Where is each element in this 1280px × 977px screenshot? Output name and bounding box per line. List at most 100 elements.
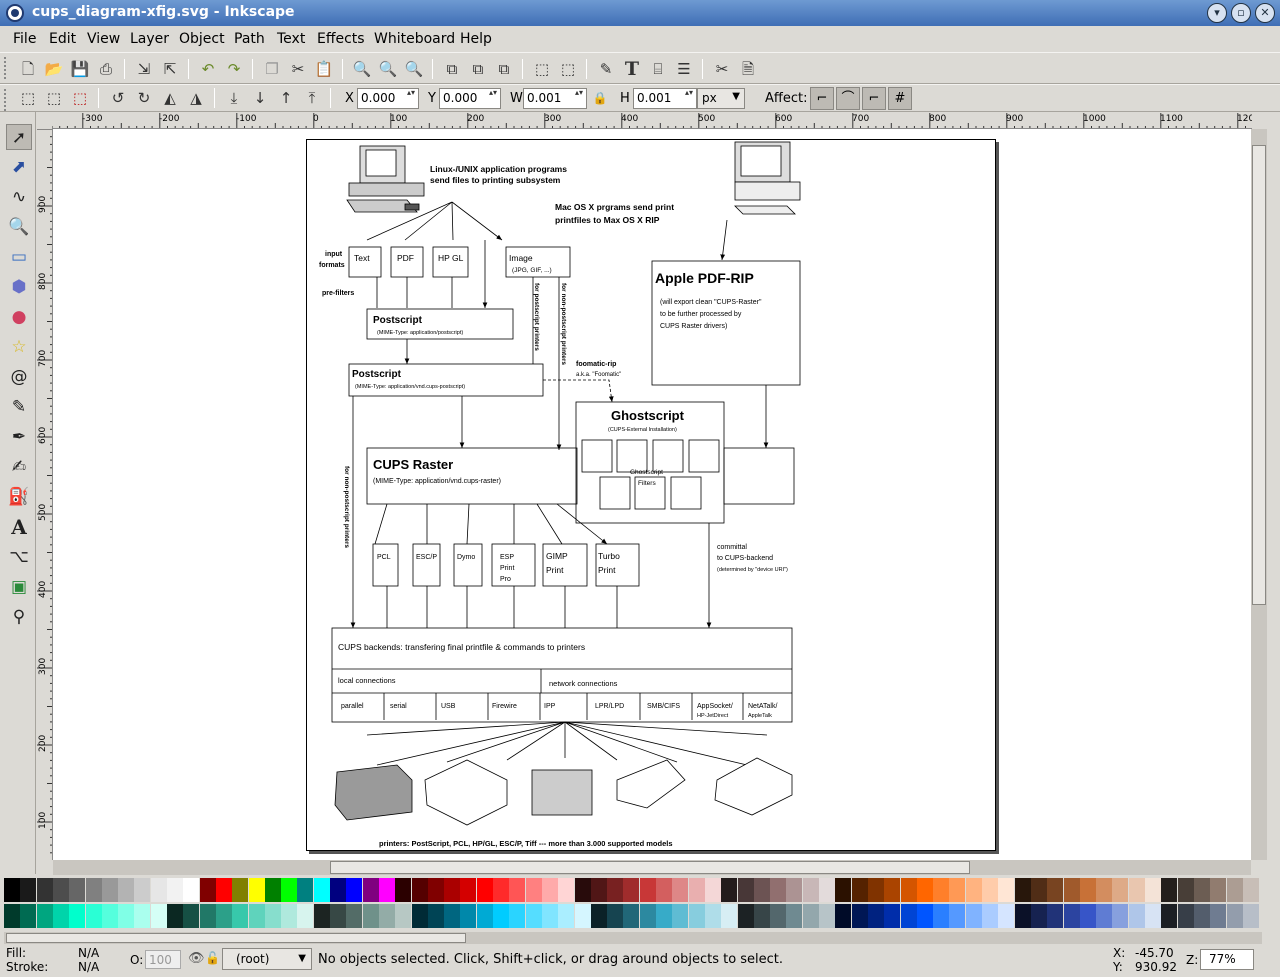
color-swatch[interactable] <box>590 904 607 928</box>
menu-whiteboard[interactable]: Whiteboard <box>374 31 455 47</box>
color-swatch[interactable] <box>215 878 232 902</box>
color-swatch[interactable] <box>884 904 901 928</box>
color-swatch[interactable] <box>167 878 183 902</box>
y-input[interactable]: 0.000 <box>439 88 501 109</box>
color-swatch[interactable] <box>574 904 591 928</box>
menu-text[interactable]: Text <box>277 31 305 47</box>
flip-vertical-icon[interactable]: ◮ <box>186 88 206 108</box>
color-swatch[interactable] <box>444 904 461 928</box>
color-swatch[interactable] <box>199 904 216 928</box>
export-icon[interactable]: ⇱ <box>160 59 180 79</box>
duplicate-icon[interactable]: ❐ <box>262 59 282 79</box>
color-swatch[interactable] <box>476 904 493 928</box>
pen-icon[interactable]: ✒ <box>6 424 32 450</box>
canvas[interactable]: Linux-/UNIX application programs send fi… <box>53 129 1251 860</box>
color-swatch[interactable] <box>52 878 69 902</box>
color-swatch[interactable] <box>1014 904 1031 928</box>
color-swatch[interactable] <box>1145 878 1161 902</box>
color-swatch[interactable] <box>1079 878 1096 902</box>
paste-icon[interactable]: 📋 <box>314 59 334 79</box>
minimize-icon[interactable]: ▾ <box>1207 3 1227 23</box>
color-swatch[interactable] <box>933 904 950 928</box>
color-swatch[interactable] <box>867 878 884 902</box>
select-all-icon[interactable]: ⬚ <box>18 88 38 108</box>
color-swatch[interactable] <box>753 904 770 928</box>
color-swatch[interactable] <box>786 904 803 928</box>
color-swatch[interactable] <box>183 904 200 928</box>
node-icon[interactable]: ⬈ <box>6 154 32 180</box>
fill-stroke-icon[interactable]: ✎ <box>596 59 616 79</box>
color-swatch[interactable] <box>1063 878 1080 902</box>
color-swatch[interactable] <box>1063 904 1080 928</box>
color-swatch[interactable] <box>362 878 379 902</box>
affect-corners-toggle[interactable]: ⌒ <box>836 87 860 110</box>
color-swatch[interactable] <box>4 904 20 928</box>
layer-lock-icon[interactable]: 🔓 <box>205 951 220 965</box>
color-swatch[interactable] <box>1177 904 1194 928</box>
color-swatch[interactable] <box>183 878 200 902</box>
color-swatch[interactable] <box>85 904 102 928</box>
color-swatch[interactable] <box>101 878 118 902</box>
color-swatch[interactable] <box>900 904 917 928</box>
color-swatch[interactable] <box>737 904 754 928</box>
color-swatch[interactable] <box>851 878 868 902</box>
color-swatch[interactable] <box>574 878 591 902</box>
save-icon[interactable]: 💾 <box>70 59 90 79</box>
preferences-icon[interactable]: ✂ <box>712 59 732 79</box>
stroke-value[interactable]: N/A <box>78 960 99 974</box>
color-swatch[interactable] <box>281 878 298 902</box>
color-swatch[interactable] <box>1226 904 1243 928</box>
color-swatch[interactable] <box>150 878 167 902</box>
color-swatch[interactable] <box>525 878 542 902</box>
color-swatch[interactable] <box>802 904 819 928</box>
color-swatch[interactable] <box>770 878 787 902</box>
vertical-scroll-thumb[interactable] <box>1252 145 1266 605</box>
pencil-icon[interactable]: ✎ <box>6 394 32 420</box>
color-swatch[interactable] <box>704 904 721 928</box>
color-swatch[interactable] <box>1193 904 1210 928</box>
fill-value[interactable]: N/A <box>78 946 99 960</box>
color-swatch[interactable] <box>330 904 346 928</box>
color-swatch[interactable] <box>786 878 803 902</box>
raise-icon[interactable]: ↑ <box>276 88 296 108</box>
color-swatch[interactable] <box>590 878 607 902</box>
color-swatch[interactable] <box>607 904 624 928</box>
color-swatch[interactable] <box>623 904 640 928</box>
maximize-icon[interactable]: ▫ <box>1231 3 1251 23</box>
palette-scroll-thumb[interactable] <box>6 933 466 943</box>
color-swatch[interactable] <box>639 878 656 902</box>
connector-icon[interactable]: ⌥ <box>6 544 32 570</box>
color-swatch[interactable] <box>721 878 738 902</box>
select-all-layers-icon[interactable]: ⬚ <box>44 88 64 108</box>
color-swatch[interactable] <box>1161 904 1178 928</box>
color-swatch[interactable] <box>688 878 705 902</box>
color-swatch[interactable] <box>509 878 526 902</box>
lock-icon[interactable]: 🔒 <box>590 88 610 108</box>
color-swatch[interactable] <box>1030 878 1047 902</box>
dropper-icon[interactable]: ⚲ <box>6 604 32 630</box>
width-input[interactable]: 0.001 <box>523 88 587 109</box>
menu-help[interactable]: Help <box>460 31 492 47</box>
calligraphy-icon[interactable]: ✍ <box>6 454 32 480</box>
xml-editor-icon[interactable]: ⌸ <box>648 59 668 79</box>
color-swatch[interactable] <box>36 878 53 902</box>
color-swatch[interactable] <box>525 904 542 928</box>
x-input[interactable]: 0.000 <box>357 88 419 109</box>
color-swatch[interactable] <box>509 904 526 928</box>
color-swatch[interactable] <box>493 904 509 928</box>
color-swatch[interactable] <box>704 878 721 902</box>
color-swatch[interactable] <box>672 878 689 902</box>
rotate-cw-icon[interactable]: ↻ <box>134 88 154 108</box>
color-swatch[interactable] <box>199 878 216 902</box>
color-swatch[interactable] <box>118 878 135 902</box>
color-swatch[interactable] <box>916 878 933 902</box>
bucket-icon[interactable]: ⛽ <box>6 484 32 510</box>
color-swatch[interactable] <box>656 904 672 928</box>
height-input[interactable]: 0.001 <box>633 88 697 109</box>
color-swatch[interactable] <box>1047 878 1064 902</box>
layer-select[interactable]: (root) ▼ <box>222 948 312 970</box>
color-swatch[interactable] <box>965 878 982 902</box>
align-icon[interactable]: ☰ <box>674 59 694 79</box>
vertical-scrollbar[interactable] <box>1251 129 1267 860</box>
color-swatch[interactable] <box>623 878 640 902</box>
